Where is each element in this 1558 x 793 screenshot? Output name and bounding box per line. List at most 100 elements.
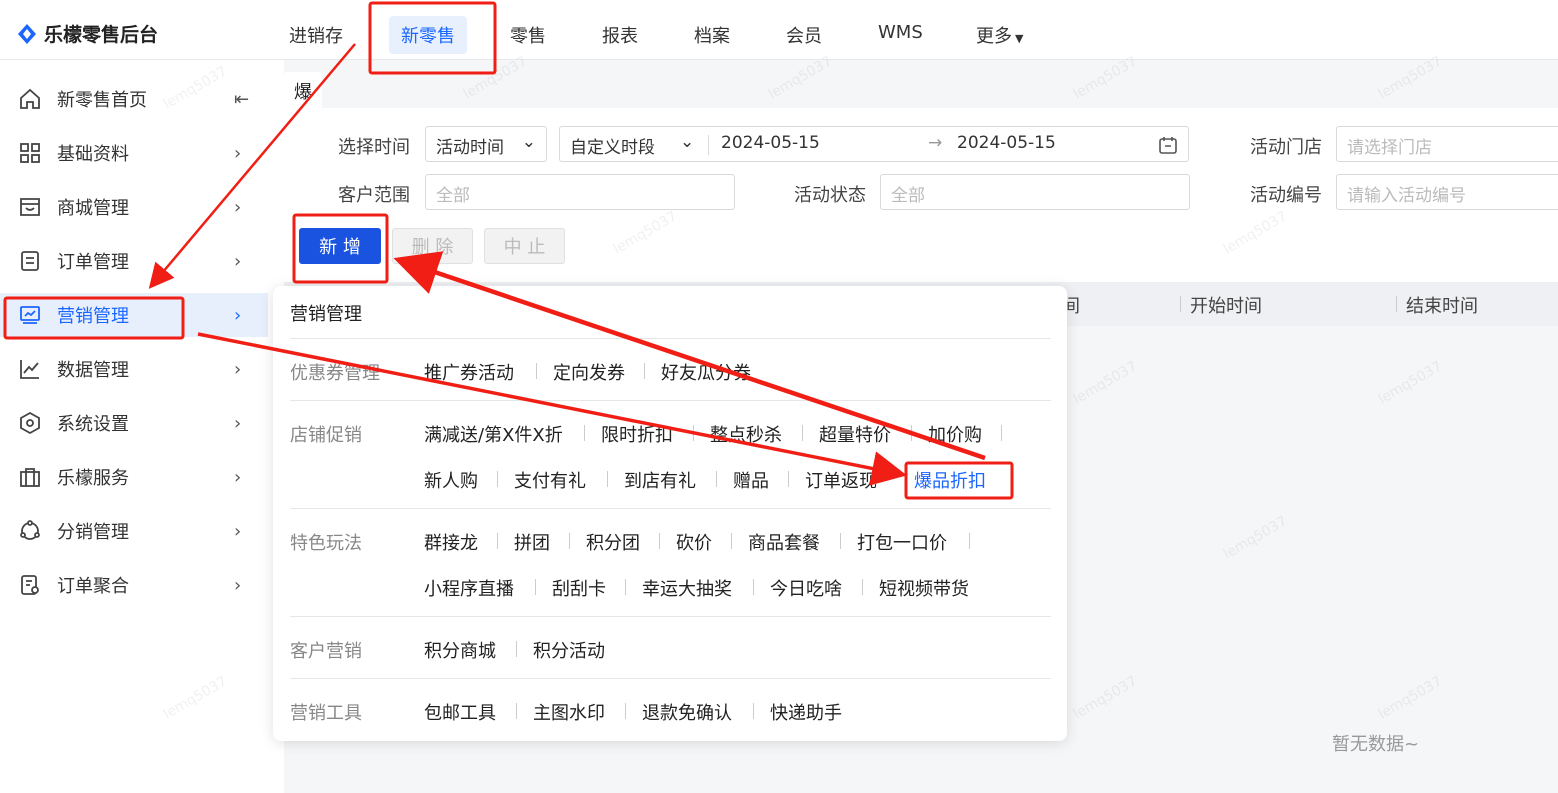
sidebar-item-marketing[interactable]: 营销管理 › — [0, 293, 268, 337]
sidebar-item-label: 乐檬服务 — [57, 468, 129, 489]
menu-link[interactable]: 整点秒杀 — [710, 421, 782, 447]
menu-link[interactable]: 快递助手 — [770, 699, 842, 725]
menu-link[interactable]: 订单返现 — [805, 467, 877, 493]
sidebar-item-label: 订单管理 — [57, 252, 129, 273]
nav-wms[interactable]: WMS — [878, 22, 923, 43]
menu-link[interactable]: 满减送/第X件X折 — [424, 421, 563, 447]
nav-members[interactable]: 会员 — [786, 22, 822, 48]
calendar-icon[interactable] — [1158, 135, 1178, 155]
tab-hot-discount[interactable]: 爆品折扣 — [284, 72, 322, 181]
link-separator — [840, 533, 841, 549]
chevron-right-icon: › — [234, 520, 242, 542]
sidebar-item-mall[interactable]: 商城管理 › — [0, 185, 268, 229]
menu-link[interactable]: 限时折扣 — [601, 421, 673, 447]
menu-link[interactable]: 刮刮卡 — [552, 575, 606, 601]
home-icon — [20, 88, 40, 109]
menu-link[interactable]: 包邮工具 — [424, 699, 496, 725]
menu-link[interactable]: 积分活动 — [533, 637, 605, 663]
sidebar-item-lemeng-service[interactable]: 乐檬服务 › — [0, 455, 268, 499]
date-end[interactable]: 2024-05-15 — [957, 133, 1056, 153]
chevron-right-icon: › — [234, 304, 242, 326]
order-aggregate-icon — [21, 575, 39, 595]
brand-logo-icon — [18, 23, 36, 44]
nav-jinxiaocun[interactable]: 进销存 — [289, 22, 343, 48]
menu-link[interactable]: 群接龙 — [424, 529, 478, 555]
menu-link[interactable]: 拼团 — [514, 529, 550, 555]
code-label: 活动编号 — [1250, 185, 1322, 206]
sidebar-item-label: 分销管理 — [57, 522, 129, 543]
menu-link[interactable]: 定向发券 — [553, 359, 625, 385]
menu-link[interactable]: 打包一口价 — [857, 529, 947, 555]
nav-more[interactable]: 更多 ▼ — [976, 22, 1023, 48]
category-special-play: 特色玩法 — [290, 533, 362, 554]
settings-icon — [20, 411, 40, 435]
nav-archives[interactable]: 档案 — [694, 22, 730, 48]
chevron-right-icon: › — [234, 412, 242, 434]
store-select[interactable]: 请选择门店 — [1336, 126, 1558, 162]
menu-link[interactable]: 商品套餐 — [748, 529, 820, 555]
sidebar-item-distribution[interactable]: 分销管理 › — [0, 509, 268, 553]
link-separator — [911, 425, 912, 441]
menu-link[interactable]: 超量特价 — [819, 421, 891, 447]
menu-link[interactable]: 退款免确认 — [642, 699, 732, 725]
date-start[interactable]: 2024-05-15 — [721, 133, 820, 153]
link-separator — [516, 703, 517, 719]
menu-link[interactable]: 积分商城 — [424, 637, 496, 663]
stop-button[interactable]: 中 止 — [484, 228, 565, 264]
status-select[interactable]: 全部 — [880, 174, 1190, 210]
empty-state-text: 暂无数据~ — [1332, 734, 1420, 755]
menu-link[interactable]: 新人购 — [424, 467, 478, 493]
sidebar-item-data[interactable]: 数据管理 › — [0, 347, 268, 391]
menu-link[interactable]: 小程序直播 — [424, 575, 514, 601]
link-separator — [497, 471, 498, 487]
app-logo[interactable]: 乐檬零售后台 — [16, 20, 158, 47]
sidebar-item-label: 数据管理 — [57, 360, 129, 381]
nav-retail[interactable]: 零售 — [510, 22, 546, 48]
nav-new-retail[interactable]: 新零售 — [389, 16, 467, 54]
date-range-picker[interactable]: 自定义时段 ⌄ 2024-05-15 → 2024-05-15 — [559, 126, 1189, 162]
menu-link[interactable]: 赠品 — [733, 467, 769, 493]
customer-select[interactable]: 全部 — [425, 174, 735, 210]
briefcase-icon — [20, 468, 40, 487]
menu-link[interactable]: 支付有礼 — [514, 467, 586, 493]
status-label: 活动状态 — [794, 185, 866, 206]
menu-link[interactable]: 主图水印 — [533, 699, 605, 725]
sidebar-item-home[interactable]: 新零售首页 ⇤ — [0, 77, 268, 121]
sidebar-item-order-aggregate[interactable]: 订单聚合 › — [0, 563, 268, 607]
link-separator — [731, 533, 732, 549]
menu-link[interactable]: 加价购 — [928, 421, 982, 447]
add-button[interactable]: 新 增 — [299, 228, 381, 264]
menu-link[interactable]: 好友瓜分券 — [661, 359, 751, 385]
sidebar-item-basic-data[interactable]: 基础资料 › — [0, 131, 268, 175]
category-customer-marketing: 客户营销 — [290, 641, 362, 662]
code-input[interactable]: 请输入活动编号 — [1336, 174, 1558, 210]
delete-button[interactable]: 删 除 — [392, 228, 473, 264]
collapse-sidebar-icon[interactable]: ⇤ — [234, 89, 249, 110]
sidebar-item-orders[interactable]: 订单管理 › — [0, 239, 268, 283]
store-icon — [20, 198, 40, 216]
menu-link-hot-discount[interactable]: 爆品折扣 — [914, 467, 986, 493]
time-label: 选择时间 — [338, 137, 410, 158]
marketing-dropdown-menu: 营销管理 优惠券管理 推广券活动 定向发券 好友瓜分券 店铺促销 满减送/第X件… — [273, 286, 1067, 741]
menu-link[interactable]: 砍价 — [676, 529, 712, 555]
menu-link[interactable]: 短视频带货 — [879, 575, 969, 601]
link-separator — [1001, 425, 1002, 441]
link-separator — [584, 425, 585, 441]
menu-link[interactable]: 幸运大抽奖 — [642, 575, 732, 601]
menu-link[interactable]: 到店有礼 — [624, 467, 696, 493]
divider — [290, 508, 1051, 509]
sidebar-item-label: 新零售首页 — [57, 90, 147, 111]
menu-link[interactable]: 积分团 — [586, 529, 640, 555]
chevron-down-icon: ⌄ — [521, 132, 536, 152]
menu-link[interactable]: 推广券活动 — [424, 359, 514, 385]
nav-reports[interactable]: 报表 — [602, 22, 638, 48]
chevron-right-icon: › — [234, 358, 242, 380]
link-separator — [625, 579, 626, 595]
sidebar-item-settings[interactable]: 系统设置 › — [0, 401, 268, 445]
menu-link[interactable]: 今日吃啥 — [770, 575, 842, 601]
link-separator — [862, 579, 863, 595]
sidebar-item-label: 订单聚合 — [57, 576, 129, 597]
time-type-select[interactable]: 活动时间 ⌄ — [425, 126, 547, 162]
caret-down-icon: ▼ — [1015, 32, 1024, 45]
link-separator — [569, 533, 570, 549]
